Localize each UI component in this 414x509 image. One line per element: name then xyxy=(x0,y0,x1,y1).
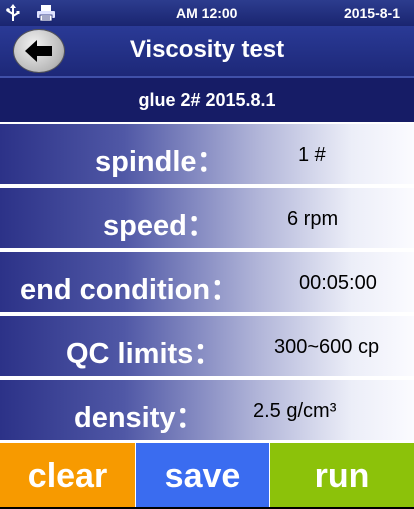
qc-limits-value: 300~600 cp xyxy=(274,336,380,358)
run-button[interactable]: run xyxy=(269,441,414,507)
printer-icon xyxy=(36,4,56,22)
status-bar: AM 12:00 2015-8-1 xyxy=(0,0,414,26)
spindle-label: spindle： xyxy=(95,146,226,178)
param-row-speed[interactable]: speed： 6 rpm xyxy=(0,186,414,248)
speed-value: 6 rpm xyxy=(287,208,339,230)
end-condition-label: end condition： xyxy=(20,274,240,306)
sample-name: glue 2# 2015.8.1 xyxy=(138,90,276,110)
param-row-end-condition[interactable]: end condition： 00:05:00 xyxy=(0,250,414,312)
param-row-density[interactable]: density： 2.5 g/cm³ xyxy=(0,378,414,440)
save-button[interactable]: save xyxy=(135,441,269,507)
clear-button[interactable]: clear xyxy=(0,441,135,507)
density-label: density： xyxy=(74,402,205,434)
density-value: 2.5 g/cm³ xyxy=(253,400,337,422)
qc-limits-label: QC limits： xyxy=(66,338,223,370)
status-date: 2015-8-1 xyxy=(343,5,400,21)
sample-name-bar: glue 2# 2015.8.1 xyxy=(0,76,414,122)
usb-icon xyxy=(6,4,20,22)
spindle-value: 1 # xyxy=(298,144,326,166)
speed-label: speed： xyxy=(103,210,216,242)
end-condition-value: 00:05:00 xyxy=(299,272,377,294)
title-bar: Viscosity test xyxy=(0,26,414,76)
status-time: AM 12:00 xyxy=(176,5,238,21)
viscosity-test-screen: AM 12:00 2015-8-1 Viscosity test glue 2#… xyxy=(0,0,414,507)
param-row-spindle[interactable]: spindle： 1 # xyxy=(0,122,414,184)
page-title: Viscosity test xyxy=(129,36,285,63)
param-row-qc-limits[interactable]: QC limits： 300~600 cp xyxy=(0,314,414,376)
